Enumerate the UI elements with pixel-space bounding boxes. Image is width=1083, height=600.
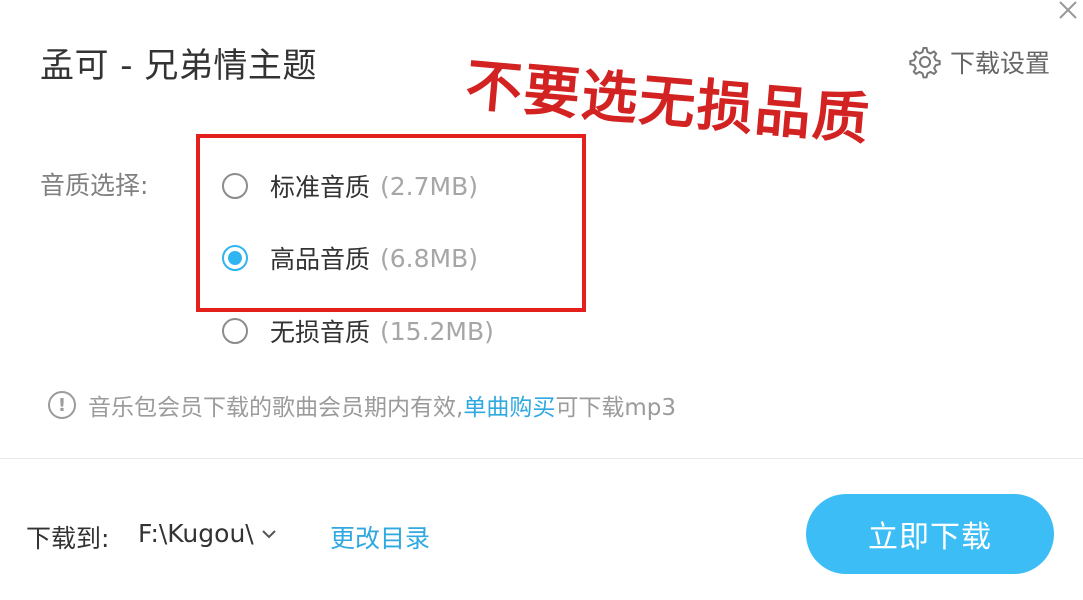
dialog-title: 孟可 - 兄弟情主题 [40,46,317,86]
radio-high[interactable] [222,245,248,271]
notice-text-after: 可下载mp3 [555,395,676,421]
annotation-text: 不要选无损品质 [463,52,874,154]
divider [0,458,1083,459]
option-name: 标准音质 [270,173,371,202]
close-icon[interactable] [1056,0,1080,22]
quality-option-high[interactable]: 高品音质 (6.8MB) [222,240,478,276]
download-path-dropdown[interactable]: F:\Kugou\ [138,519,278,548]
option-size: (15.2MB) [380,316,494,346]
chevron-down-icon [262,529,276,538]
quality-option-lossless[interactable]: 无损音质 (15.2MB) [222,313,494,349]
notice-text: 音乐包会员下载的歌曲会员期内有效, [88,395,464,421]
download-now-button[interactable]: 立即下载 [806,494,1054,574]
download-to-label: 下载到: [26,524,110,553]
single-purchase-link[interactable]: 单曲购买 [463,388,555,422]
quality-label: 音质选择: [40,171,149,200]
download-settings-label: 下载设置 [950,49,1051,78]
radio-standard[interactable] [222,173,248,199]
member-notice: ! 音乐包会员下载的歌曲会员期内有效, 单曲购买 可下载mp3 [48,388,676,422]
option-name: 高品音质 [270,245,371,274]
option-name: 无损音质 [270,318,371,347]
option-size: (6.8MB) [380,243,479,273]
info-icon: ! [48,391,76,419]
radio-lossless[interactable] [222,318,248,344]
option-size: (2.7MB) [380,171,479,201]
change-directory-link[interactable]: 更改目录 [330,519,430,555]
download-settings-button[interactable]: 下载设置 [908,44,1050,80]
highlight-box [196,134,586,312]
quality-option-standard[interactable]: 标准音质 (2.7MB) [222,168,478,204]
gear-icon [909,47,941,79]
download-path: F:\Kugou\ [138,519,254,548]
